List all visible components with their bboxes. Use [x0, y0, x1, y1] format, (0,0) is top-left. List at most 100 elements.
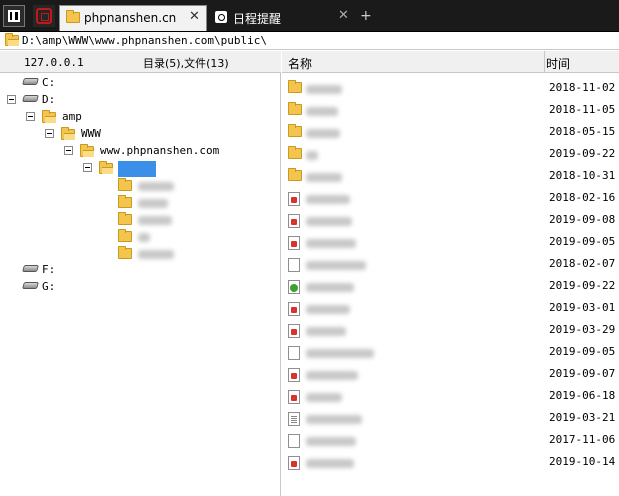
file-time: 2019-03-01 1 [549, 301, 619, 314]
redacted-file-name [306, 304, 350, 317]
tree-node-www[interactable]: WWW [0, 126, 160, 143]
app-switch-button[interactable] [33, 5, 55, 27]
folder-icon [288, 168, 302, 181]
php-file-icon [288, 324, 300, 338]
file-time: 2018-02-07 1 [549, 257, 619, 270]
html-file-icon [288, 280, 300, 294]
redacted-file-name [306, 216, 352, 229]
collapse-icon[interactable] [45, 129, 54, 138]
file-row[interactable]: 2019-03-01 1 [282, 297, 619, 319]
collapse-icon[interactable] [7, 95, 16, 104]
host-label: 127.0.0.1 [24, 56, 84, 69]
file-row[interactable]: 2019-09-05 2 [282, 341, 619, 363]
tree-node-f[interactable]: F: [0, 262, 120, 279]
file-time: 2018-02-16 0 [549, 191, 619, 204]
file-time: 2019-09-08 1 [549, 213, 619, 226]
redacted-label [138, 198, 168, 211]
file-row[interactable]: 2018-10-31 1 [282, 165, 619, 187]
tree-label: www.phpnanshen.com [100, 144, 220, 157]
file-time: 2018-11-05 1 [549, 103, 619, 116]
app-logo-icon [8, 10, 20, 22]
collapse-icon[interactable] [83, 163, 92, 172]
file-row[interactable]: 2019-10-14 2 [282, 451, 619, 473]
file-row[interactable]: 2017-11-06 0 [282, 429, 619, 451]
tab-bar: phpnanshen.cn ✕ 日程提醒 ✕ + [0, 0, 619, 32]
drive-icon [22, 78, 39, 85]
redacted-label [138, 215, 172, 228]
column-divider[interactable] [544, 51, 545, 73]
tree-node-child[interactable] [0, 211, 200, 228]
file-row[interactable]: 2018-02-07 1 [282, 253, 619, 275]
app-menu-button[interactable] [3, 5, 25, 27]
php-file-icon [288, 192, 300, 206]
file-time: 2019-09-22 1 [549, 147, 619, 160]
tree-label: F: [42, 263, 56, 276]
redacted-file-name [306, 348, 374, 361]
tree-node-amp[interactable]: amp [0, 109, 140, 126]
tree-node-child[interactable] [0, 194, 200, 211]
file-row[interactable]: 2018-05-15 1 [282, 121, 619, 143]
collapse-icon[interactable] [26, 112, 35, 121]
collapse-icon[interactable] [64, 146, 73, 155]
address-path[interactable]: D:\amp\WWW\www.phpnanshen.com\public\ [22, 34, 267, 47]
file-time: 2019-09-22 1 [549, 279, 619, 292]
address-bar[interactable]: D:\amp\WWW\www.phpnanshen.com\public\ [0, 32, 619, 50]
php-file-icon [288, 368, 300, 382]
file-time: 2019-06-18 1 [549, 389, 619, 402]
file-time: 2018-05-15 1 [549, 125, 619, 138]
file-row[interactable]: 2019-03-21 1 [282, 407, 619, 429]
new-tab-button[interactable]: + [360, 8, 372, 24]
column-header-time[interactable]: 时间 [546, 55, 570, 72]
folder-icon [42, 110, 56, 123]
folder-icon [99, 161, 113, 174]
tree-header: 127.0.0.1 目录(5),文件(13) [0, 51, 281, 73]
file-row[interactable]: 2019-09-05 2 [282, 231, 619, 253]
tab-phpnanshen[interactable]: phpnanshen.cn ✕ [59, 5, 207, 31]
tab-label: 日程提醒 [233, 12, 282, 26]
file-row[interactable]: 2019-09-22 1 [282, 143, 619, 165]
text-file-icon [288, 412, 300, 426]
column-header-name[interactable]: 名称 [288, 55, 312, 72]
file-icon [288, 434, 300, 448]
file-row[interactable]: 2019-09-08 1 [282, 209, 619, 231]
tree-node-child[interactable] [0, 245, 200, 262]
tree-label: WWW [81, 127, 101, 140]
folder-icon [118, 246, 132, 259]
file-row[interactable]: 2019-09-07 1 [282, 363, 619, 385]
close-icon[interactable]: ✕ [337, 9, 350, 22]
tree-node-site[interactable]: www.phpnanshen.com [0, 143, 240, 160]
file-time: 2019-03-21 1 [549, 411, 619, 424]
file-row[interactable]: 2019-06-18 1 [282, 385, 619, 407]
tab-label: phpnanshen.cn [84, 11, 177, 25]
php-file-icon [288, 456, 300, 470]
php-file-icon [288, 214, 300, 228]
drive-icon [22, 265, 39, 272]
redacted-file-name [306, 414, 362, 427]
redacted-file-name [306, 106, 338, 119]
square-icon [36, 8, 52, 24]
tree-node-child[interactable] [0, 177, 200, 194]
file-list-pane: 名称 时间 2018-11-02 1 2018-11-05 1 2018-05-15… [282, 51, 619, 496]
redacted-file-name [306, 326, 346, 339]
folder-icon [118, 178, 132, 191]
tab-schedule[interactable]: 日程提醒 ✕ [209, 5, 355, 31]
redacted-file-name [306, 392, 342, 405]
file-row[interactable]: 2018-11-02 1 [282, 77, 619, 99]
file-time: 2019-03-29 1 [549, 323, 619, 336]
file-row[interactable]: 2018-11-05 1 [282, 99, 619, 121]
tree-label: C: [42, 76, 56, 89]
folder-icon [80, 144, 94, 157]
tree-node-c[interactable]: C: [0, 75, 120, 92]
tree-node-child[interactable] [0, 228, 200, 245]
redacted-label [138, 181, 174, 194]
folder-icon [288, 124, 302, 137]
tree-node-public[interactable] [0, 160, 200, 177]
close-icon[interactable]: ✕ [188, 10, 201, 23]
file-row[interactable]: 2019-09-22 1 [282, 275, 619, 297]
file-row[interactable]: 2018-02-16 0 [282, 187, 619, 209]
php-file-icon [288, 390, 300, 404]
tree-node-d[interactable]: D: [0, 92, 120, 109]
tree-node-g[interactable]: G: [0, 279, 120, 296]
redacted-file-name [306, 458, 354, 471]
file-row[interactable]: 2019-03-29 1 [282, 319, 619, 341]
